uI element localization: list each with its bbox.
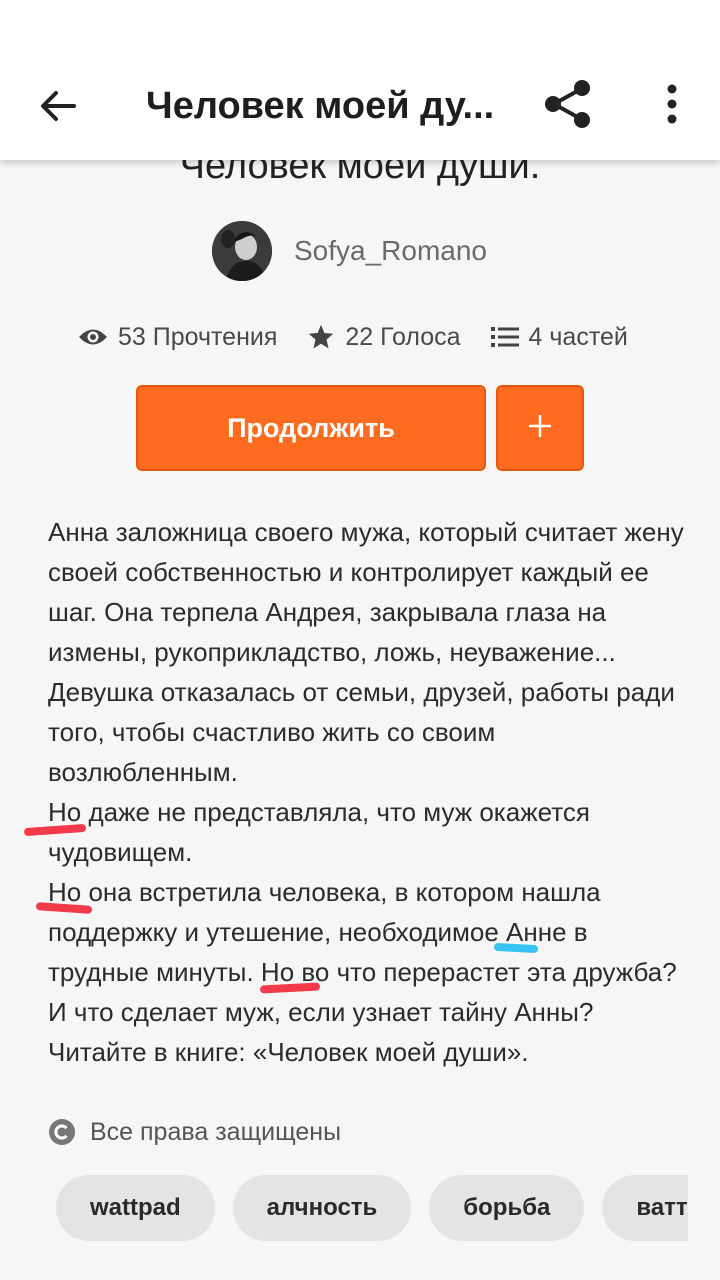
story-stats: 53 Прочтения 22 Голоса 4 частей	[78, 316, 628, 358]
more-options-button[interactable]	[650, 76, 694, 136]
tag-chip[interactable]: борьба	[429, 1175, 585, 1241]
add-to-library-button[interactable]	[496, 385, 584, 471]
parts-count: 4 частей	[528, 322, 628, 351]
topbar-title: Человек моей ду...	[146, 85, 495, 127]
reads-stat: 53 Прочтения	[78, 323, 277, 352]
arrow-left-icon	[38, 86, 78, 131]
continue-reading-button[interactable]: Продолжить	[136, 385, 486, 471]
top-app-bar: Человек моей ду...	[0, 0, 720, 160]
copyright-icon	[48, 1118, 76, 1146]
avatar	[212, 221, 272, 281]
copyright-notice: Все права защищены	[48, 1114, 341, 1150]
votes-count: 22 Голоса	[345, 322, 461, 351]
back-button[interactable]	[30, 80, 86, 136]
parts-stat: 4 частей	[490, 322, 628, 352]
copyright-label: Все права защищены	[90, 1117, 342, 1146]
tag-chip[interactable]: wattpad	[56, 1175, 215, 1241]
eye-icon	[78, 326, 108, 348]
list-icon	[490, 325, 519, 349]
tag-chip[interactable]: алчность	[232, 1175, 412, 1241]
tag-chip[interactable]: ваттпад	[602, 1175, 688, 1241]
share-icon	[542, 78, 594, 135]
tags-list: wattpad алчность борьба ваттпад	[56, 1174, 688, 1242]
star-icon	[307, 323, 335, 351]
description-paragraph: Анна заложница своего мужа, который счит…	[48, 517, 684, 787]
author-link[interactable]: Sofya_Romano	[212, 220, 487, 282]
description-paragraph: Но она встретила человека, в котором наш…	[48, 877, 677, 1067]
plus-icon	[525, 411, 555, 446]
reads-count: 53 Прочтения	[118, 322, 278, 351]
story-description: Анна заложница своего мужа, который счит…	[48, 512, 688, 1072]
story-details-screen: Человек моей ду... Человек моей души. So…	[0, 0, 720, 1280]
author-name: Sofya_Romano	[294, 235, 488, 266]
more-vertical-icon	[666, 84, 678, 129]
votes-stat: 22 Голоса	[307, 322, 461, 352]
description-paragraph: Но даже не представляла, что муж окажетс…	[48, 797, 590, 867]
share-button[interactable]	[538, 76, 598, 136]
